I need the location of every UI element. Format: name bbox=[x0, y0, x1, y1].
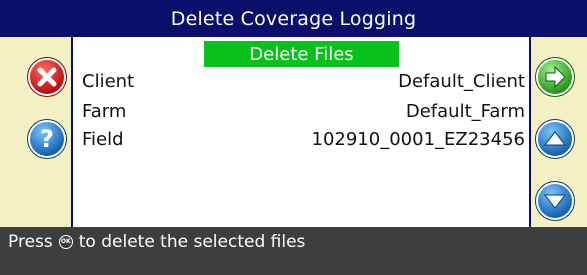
farm-value: Default_Farm bbox=[405, 101, 525, 122]
screen: Delete Coverage Logging Delete Files Cli… bbox=[0, 0, 587, 275]
delete-files-banner: Delete Files bbox=[204, 41, 399, 67]
status-suffix: to delete the selected files bbox=[78, 232, 306, 252]
status-message: Press OK to delete the selected files bbox=[8, 232, 305, 252]
status-prefix: Press bbox=[8, 232, 53, 252]
scroll-down-button[interactable] bbox=[535, 181, 575, 221]
help-question-icon: ? bbox=[27, 119, 67, 159]
scroll-up-button[interactable] bbox=[535, 119, 575, 159]
arrow-down-icon bbox=[535, 181, 575, 221]
arrow-right-icon bbox=[535, 57, 575, 97]
content-panel: Delete Files Client Default_Client Farm … bbox=[73, 37, 529, 227]
next-button[interactable] bbox=[535, 57, 575, 97]
client-value: Default_Client bbox=[398, 71, 525, 92]
field-value: 102910_0001_EZ23456 bbox=[311, 129, 526, 150]
client-row[interactable]: Client Default_Client bbox=[82, 71, 525, 95]
field-label: Field bbox=[82, 129, 124, 150]
help-button[interactable]: ? bbox=[27, 119, 67, 159]
status-bar: Press OK to delete the selected files bbox=[0, 227, 587, 275]
client-label: Client bbox=[82, 71, 135, 92]
title-bar: Delete Coverage Logging bbox=[0, 0, 587, 37]
farm-row[interactable]: Farm Default_Farm bbox=[82, 101, 525, 125]
field-row[interactable]: Field 102910_0001_EZ23456 bbox=[82, 129, 525, 153]
arrow-up-icon bbox=[535, 119, 575, 159]
svg-text:?: ? bbox=[40, 125, 54, 153]
ok-key-label: OK bbox=[60, 238, 71, 245]
ok-key-icon: OK bbox=[58, 235, 73, 249]
cancel-button[interactable] bbox=[27, 57, 67, 97]
farm-label: Farm bbox=[82, 101, 127, 122]
cancel-x-icon bbox=[27, 57, 67, 97]
page-title: Delete Coverage Logging bbox=[170, 7, 417, 30]
